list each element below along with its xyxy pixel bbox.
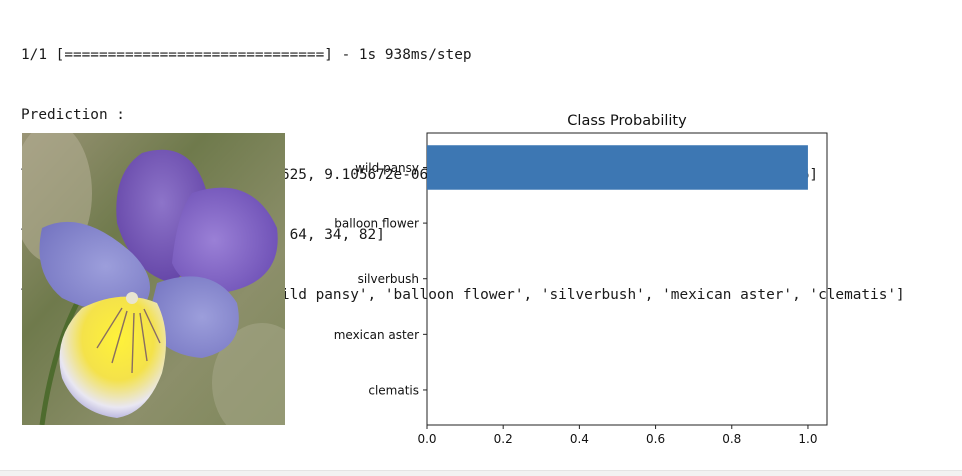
y-tick-label: wild pansy — [355, 161, 419, 175]
class-probability-chart: Class Probability wild pansy balloon flow… — [300, 108, 860, 453]
chart-title: Class Probability — [567, 113, 687, 129]
x-tick-label: 1.0 — [798, 432, 817, 446]
x-tick-label: 0.6 — [646, 432, 665, 446]
y-tick-label: balloon flower — [334, 217, 419, 231]
bars-layer — [427, 145, 808, 412]
x-tick-label: 0.2 — [494, 432, 513, 446]
x-tick-label: 0.8 — [722, 432, 741, 446]
y-axis: wild pansy balloon flower silverbush mexica… — [334, 161, 427, 397]
cell-divider — [0, 470, 962, 476]
flower-image — [22, 133, 285, 425]
x-axis: 0.0 0.2 0.4 0.6 0.8 1.0 — [417, 425, 817, 446]
y-tick-label: clematis — [368, 383, 419, 397]
x-tick-label: 0.4 — [570, 432, 589, 446]
progress-line: 1/1 [==============================] - 1… — [21, 45, 905, 65]
bar-wild-pansy — [427, 145, 808, 189]
y-tick-label: mexican aster — [334, 328, 419, 342]
y-tick-label: silverbush — [358, 272, 419, 286]
x-tick-label: 0.0 — [417, 432, 436, 446]
